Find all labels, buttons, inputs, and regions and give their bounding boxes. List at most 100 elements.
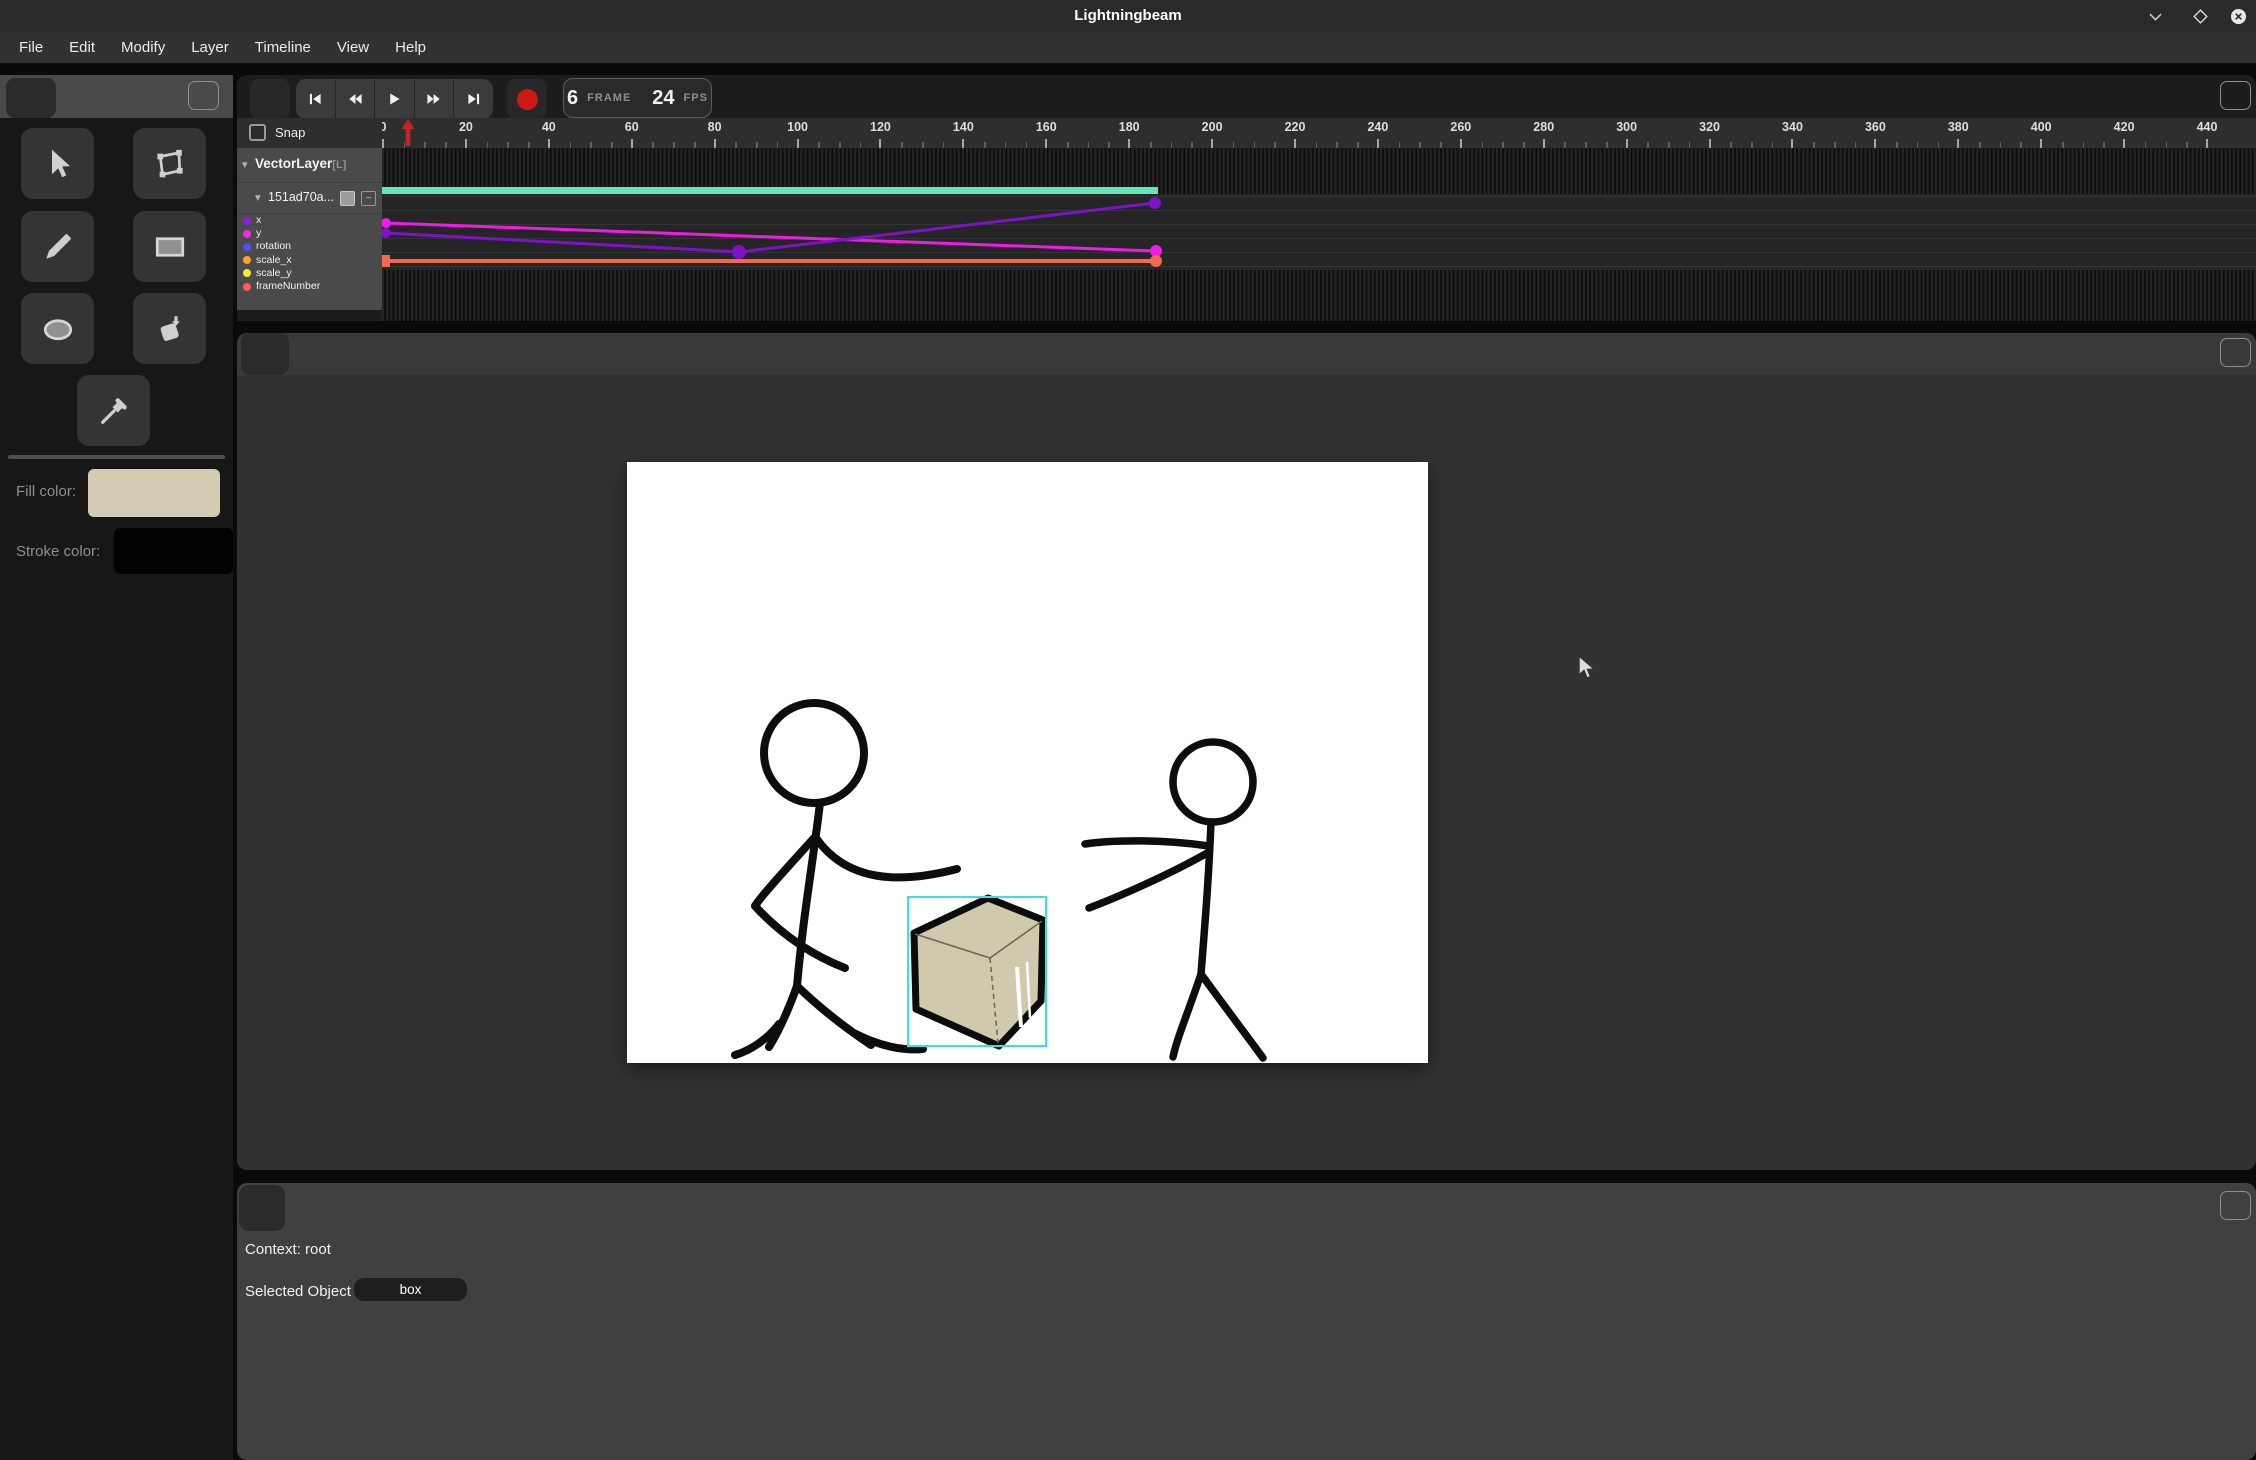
- canvas-mode-button[interactable]: [241, 333, 289, 375]
- property-row-rotation[interactable]: rotation: [237, 240, 382, 253]
- keyframe-node-x[interactable]: [1149, 197, 1161, 209]
- snap-label: Snap: [275, 125, 305, 140]
- info-button[interactable]: [239, 1185, 285, 1231]
- menu-item-modify[interactable]: Modify: [108, 32, 178, 63]
- ellipse-tool-button[interactable]: [21, 293, 94, 364]
- inspector-expand-button[interactable]: [2220, 1191, 2251, 1220]
- property-row-y[interactable]: y: [237, 227, 382, 240]
- playhead[interactable]: [400, 119, 415, 148]
- box-object[interactable]: [908, 897, 1046, 1046]
- stage[interactable]: [627, 462, 1428, 1063]
- skip-start-button[interactable]: [296, 79, 336, 119]
- timeline-expand-button[interactable]: [2220, 81, 2251, 110]
- keyframe-node-frameNumber[interactable]: [1150, 255, 1162, 267]
- ruler-label: 0: [382, 120, 386, 134]
- property-label: scale_x: [256, 254, 292, 267]
- ruler-label: 300: [1616, 120, 1637, 134]
- ruler-tick-major: [1377, 139, 1379, 148]
- canvas-expand-button[interactable]: [2220, 338, 2251, 367]
- selected-object-value[interactable]: box: [354, 1278, 467, 1301]
- menu-bar: FileEditModifyLayerTimelineViewHelp: [0, 32, 2256, 63]
- property-color-dot: [243, 230, 251, 238]
- property-color-dot: [243, 243, 251, 251]
- record-button[interactable]: [507, 79, 547, 119]
- keyframe-node-x[interactable]: [382, 228, 391, 238]
- ruler-tick-major: [1709, 139, 1711, 148]
- stroke-color-label: Stroke color:: [16, 543, 100, 560]
- snap-checkbox[interactable]: [249, 124, 266, 141]
- fast-forward-button[interactable]: [415, 79, 455, 119]
- property-row-scale_y[interactable]: scale_y: [237, 267, 382, 280]
- frame-value: 6: [567, 87, 578, 110]
- ruler-tick-major: [1294, 139, 1296, 148]
- menu-item-layer[interactable]: Layer: [178, 32, 242, 63]
- film-button[interactable]: [250, 79, 290, 119]
- ruler-label: 60: [625, 120, 639, 134]
- selected-object-label: Selected Object: [245, 1283, 351, 1300]
- property-row-frameNumber[interactable]: frameNumber: [237, 280, 382, 293]
- ruler-tick-major: [1957, 139, 1959, 148]
- layer-tween-icon[interactable]: ~: [361, 191, 376, 206]
- keyframe-curves[interactable]: [382, 148, 2256, 321]
- pencil-tool-button[interactable]: [21, 211, 94, 282]
- dashboard-button[interactable]: [6, 78, 56, 118]
- property-row-scale_x[interactable]: scale_x: [237, 254, 382, 267]
- fill-color-swatch[interactable]: [88, 469, 220, 517]
- property-color-dot: [243, 283, 251, 291]
- ruler-label: 20: [459, 120, 473, 134]
- menu-item-timeline[interactable]: Timeline: [242, 32, 324, 63]
- keyframe-node-frameNumber[interactable]: [382, 255, 390, 267]
- ruler-tick-major: [1460, 139, 1462, 148]
- chevron-down-icon[interactable]: [2143, 4, 2167, 28]
- menu-item-help[interactable]: Help: [382, 32, 439, 63]
- ruler-label: 400: [2031, 120, 2052, 134]
- play-icon: [385, 90, 403, 108]
- ruler-label: 160: [1036, 120, 1057, 134]
- diamond-icon[interactable]: [2188, 4, 2212, 28]
- rectangle-icon: [152, 229, 188, 265]
- rewind-icon: [346, 90, 364, 108]
- transform-tool-button[interactable]: [133, 128, 206, 199]
- rectangle-tool-button[interactable]: [133, 211, 206, 282]
- keyframe-node-x[interactable]: [732, 245, 746, 259]
- canvas-panel: [237, 333, 2256, 1170]
- property-row-x[interactable]: x: [237, 214, 382, 227]
- play-button[interactable]: [375, 79, 415, 119]
- collapse-triangle-icon[interactable]: ▾: [255, 191, 261, 204]
- timeline-ruler[interactable]: 0204060801001201401601802002202402602803…: [382, 118, 2256, 148]
- timeline-frames-area[interactable]: [382, 148, 2256, 321]
- ruler-label: 220: [1285, 120, 1306, 134]
- ruler-tick-major: [1791, 139, 1793, 148]
- stroke-color-swatch[interactable]: [114, 528, 233, 574]
- skip-end-button[interactable]: [454, 79, 493, 119]
- transform-icon: [152, 146, 188, 182]
- box-shape[interactable]: [914, 898, 1043, 1046]
- menu-item-edit[interactable]: Edit: [56, 32, 108, 63]
- stick-figure-right[interactable]: [1085, 742, 1263, 1058]
- eyedropper-tool-button[interactable]: [77, 375, 150, 446]
- ruler-label: 420: [2114, 120, 2135, 134]
- cursor-tool-button[interactable]: [21, 128, 94, 199]
- layer-swatch-icon[interactable]: [340, 191, 355, 206]
- collapse-triangle-icon[interactable]: ▾: [242, 158, 248, 171]
- ruler-tick-major: [382, 139, 384, 148]
- ruler-tick-major: [1045, 139, 1047, 148]
- menu-item-file[interactable]: File: [6, 32, 56, 63]
- pencil-icon: [40, 229, 76, 265]
- layer-badge: [L]: [332, 159, 346, 171]
- rewind-button[interactable]: [336, 79, 376, 119]
- ruler-label: 280: [1533, 120, 1554, 134]
- frame-fps-display[interactable]: 6 FRAME 24 FPS: [563, 78, 712, 118]
- menu-item-view[interactable]: View: [324, 32, 382, 63]
- keyframe-node-y[interactable]: [382, 218, 391, 228]
- layer-name: VectorLayer[L]: [255, 156, 346, 171]
- layer-row-object[interactable]: ▾ 151ad70a... ~: [237, 183, 382, 214]
- paint-bucket-tool-button[interactable]: [133, 293, 206, 364]
- ruler-tick-major: [797, 139, 799, 148]
- ruler-tick-major: [2206, 139, 2208, 148]
- mouse-cursor: [1576, 655, 1598, 686]
- skip-end-icon: [465, 90, 483, 108]
- tool-panel-expand-button[interactable]: [188, 81, 219, 110]
- close-circle-icon[interactable]: [2226, 4, 2250, 28]
- layer-row-vectorlayer[interactable]: ▾ VectorLayer[L]: [237, 148, 382, 183]
